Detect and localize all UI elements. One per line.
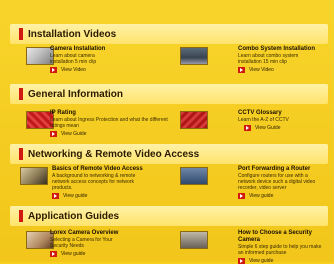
item-title[interactable]: CCTV Glossary (238, 110, 328, 117)
section-title: General Information (28, 88, 124, 100)
section-installation-videos: Installation Videos Camera Installation … (10, 24, 328, 84)
item-body: Combo System Installation Learn about co… (238, 46, 328, 73)
item-port-forwarding-router: Port Forwarding a Router Configure route… (180, 166, 328, 206)
item-description: Selecting a Camera for Your Security Nee… (50, 237, 113, 249)
item-description: Configure routers for use with a network… (238, 173, 316, 191)
view-guide-link[interactable]: View guide (50, 251, 176, 257)
play-icon (238, 193, 245, 199)
link-label: View guide (249, 193, 274, 199)
link-label: View Guide (255, 125, 281, 131)
item-how-to-choose-security-camera: How to Choose a Security Camera Simple 6… (180, 230, 328, 264)
section-title: Application Guides (28, 210, 120, 222)
section-header: Networking & Remote Video Access (10, 144, 328, 164)
play-icon (52, 193, 59, 199)
play-icon (238, 258, 245, 264)
play-icon (50, 251, 57, 257)
item-title[interactable]: Camera Installation (50, 46, 176, 53)
item-cctv-glossary: CCTV Glossary Learn the A-Z of CCTV View… (180, 110, 328, 138)
play-icon (50, 67, 57, 73)
section-title: Networking & Remote Video Access (28, 148, 200, 160)
section-marker-icon (19, 28, 23, 40)
router-thumbnail[interactable] (180, 167, 208, 185)
play-icon (50, 131, 57, 137)
item-ip-rating: IP Rating Learn about Ingress Protection… (26, 110, 176, 138)
link-label: View guide (61, 251, 86, 257)
item-description: Learn about Ingress Protection and what … (50, 117, 168, 129)
combo-system-thumbnail[interactable] (180, 47, 208, 65)
security-camera-thumbnail[interactable] (180, 231, 208, 249)
section-marker-icon (19, 88, 23, 100)
video-guides-page: Installation Videos Camera Installation … (0, 0, 334, 264)
section-general-information: General Information IP Rating Learn abou… (10, 84, 328, 140)
item-description: Learn about combo system installation 15… (238, 53, 299, 65)
link-label: View Guide (61, 131, 87, 137)
item-body: How to Choose a Security Camera Simple 6… (238, 230, 328, 264)
item-camera-installation: Camera Installation Learn about camera i… (26, 46, 176, 80)
item-combo-system-installation: Combo System Installation Learn about co… (180, 46, 328, 80)
item-lorex-camera-overview: Lorex Camera Overview Selecting a Camera… (26, 230, 176, 262)
item-body: Port Forwarding a Router Configure route… (238, 166, 328, 199)
section-title: Installation Videos (28, 28, 117, 40)
item-title[interactable]: Port Forwarding a Router (238, 166, 328, 173)
item-basics-of-remote-video-access: Basics of Remote Video Access A backgrou… (20, 166, 180, 206)
item-body: Camera Installation Learn about camera i… (50, 46, 176, 73)
view-video-link[interactable]: View Video (238, 67, 328, 73)
view-guide-link[interactable]: View guide (238, 193, 328, 199)
item-description: Simple 6 step guide to help you make an … (238, 244, 322, 256)
section-application-guides: Application Guides Lorex Camera Overview… (10, 206, 328, 264)
section-header: Application Guides (10, 206, 328, 226)
item-description: A background to networking & remote netw… (52, 173, 136, 191)
remote-access-thumbnail[interactable] (20, 167, 48, 185)
section-header: General Information (10, 84, 328, 104)
view-guide-link[interactable]: View Guide (244, 125, 328, 131)
play-icon (244, 125, 251, 131)
item-title[interactable]: IP Rating (50, 110, 176, 117)
link-label: View Video (249, 67, 274, 73)
view-video-link[interactable]: View Video (50, 67, 176, 73)
link-label: View Video (61, 67, 86, 73)
item-title[interactable]: How to Choose a Security Camera (238, 230, 324, 244)
view-guide-link[interactable]: View Guide (50, 131, 176, 137)
item-description: Learn the A-Z of CCTV (238, 117, 289, 123)
link-label: View guide (249, 258, 274, 264)
section-networking-remote-video-access: Networking & Remote Video Access Basics … (10, 144, 328, 210)
item-title[interactable]: Lorex Camera Overview (50, 230, 176, 237)
item-body: Lorex Camera Overview Selecting a Camera… (50, 230, 176, 257)
section-marker-icon (19, 148, 23, 160)
cctv-glossary-thumbnail[interactable] (180, 111, 208, 129)
section-header: Installation Videos (10, 24, 328, 44)
item-body: IP Rating Learn about Ingress Protection… (50, 110, 176, 137)
item-title[interactable]: Basics of Remote Video Access (52, 166, 180, 173)
view-guide-link[interactable]: View guide (238, 258, 328, 264)
section-marker-icon (19, 210, 23, 222)
play-icon (238, 67, 245, 73)
item-description: Learn about camera installation 5 min cl… (50, 53, 97, 65)
item-title[interactable]: Combo System Installation (238, 46, 328, 53)
view-guide-link[interactable]: View guide (52, 193, 180, 199)
link-label: View guide (63, 193, 88, 199)
item-body: CCTV Glossary Learn the A-Z of CCTV View… (238, 110, 328, 131)
item-body: Basics of Remote Video Access A backgrou… (52, 166, 180, 199)
